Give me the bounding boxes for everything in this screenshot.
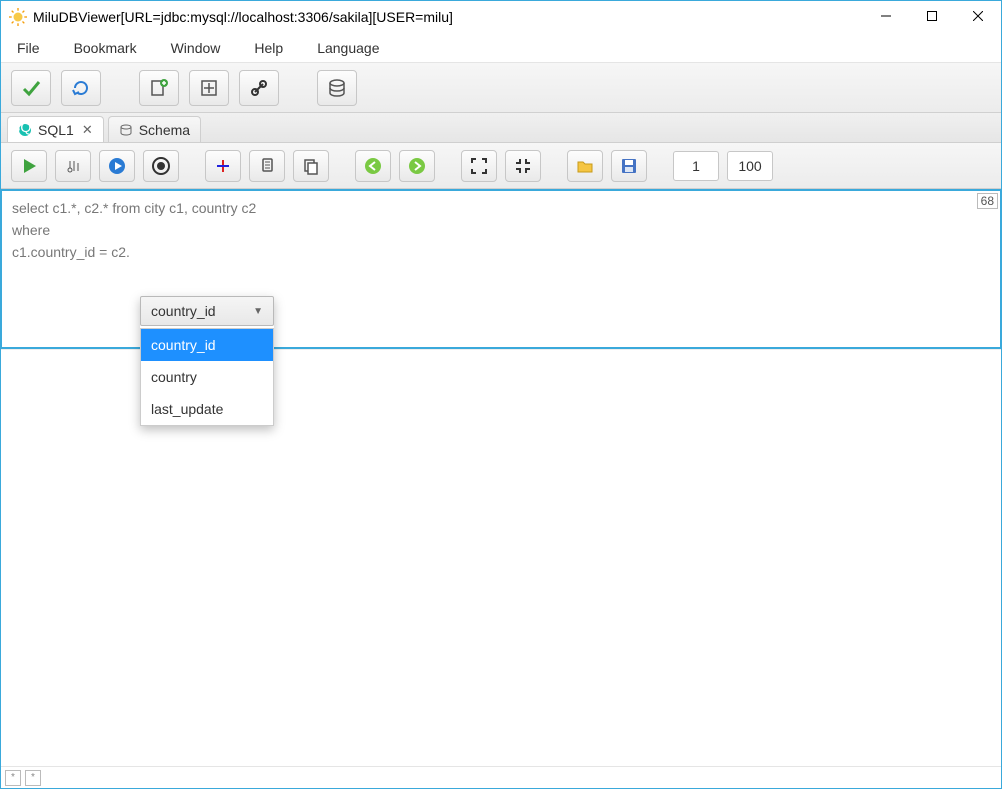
rollback-button[interactable] (61, 70, 101, 106)
tab-label: SQL1 (38, 122, 74, 138)
menu-window[interactable]: Window (165, 36, 227, 60)
next-button[interactable] (399, 150, 435, 182)
commit-button[interactable] (11, 70, 51, 106)
status-bar: * * (1, 766, 1001, 788)
chevron-down-icon: ▼ (253, 306, 263, 317)
autocomplete-popup: country_id ▼ country_id country last_upd… (140, 296, 274, 426)
menu-help[interactable]: Help (248, 36, 289, 60)
record-button[interactable] (143, 150, 179, 182)
autocomplete-list: country_id country last_update (140, 328, 274, 426)
minimize-button[interactable] (863, 1, 909, 31)
main-toolbar (1, 63, 1001, 113)
sql-toolbar (1, 143, 1001, 189)
expand-button[interactable] (461, 150, 497, 182)
database-button[interactable] (317, 70, 357, 106)
new-sql-tab-button[interactable] (139, 70, 179, 106)
window-title: MiluDBViewer[URL=jdbc:mysql://localhost:… (33, 9, 863, 25)
menu-file[interactable]: File (11, 36, 46, 60)
tab-label: Schema (139, 122, 190, 138)
collapse-button[interactable] (505, 150, 541, 182)
autocomplete-item[interactable]: country_id (141, 329, 273, 361)
menu-language[interactable]: Language (311, 36, 385, 60)
open-folder-button[interactable] (567, 150, 603, 182)
autocomplete-item[interactable]: country (141, 361, 273, 393)
tab-bar: SQL SQL1 ✕ Schema (1, 113, 1001, 143)
schema-icon (119, 123, 133, 137)
status-box-1[interactable]: * (5, 770, 21, 786)
autocomplete-selected-value: country_id (151, 303, 216, 319)
copy-button[interactable] (249, 150, 285, 182)
status-box-2[interactable]: * (25, 770, 41, 786)
char-count-badge: 68 (977, 193, 998, 209)
explain-button[interactable] (55, 150, 91, 182)
tab-schema[interactable]: Schema (108, 116, 201, 142)
save-button[interactable] (611, 150, 647, 182)
new-button[interactable] (205, 150, 241, 182)
prev-button[interactable] (355, 150, 391, 182)
menu-bookmark[interactable]: Bookmark (68, 36, 143, 60)
autocomplete-item[interactable]: last_update (141, 393, 273, 425)
sql-icon: SQL (18, 123, 32, 137)
play-circle-button[interactable] (99, 150, 135, 182)
svg-text:SQL: SQL (18, 123, 32, 135)
titlebar: MiluDBViewer[URL=jdbc:mysql://localhost:… (1, 1, 1001, 33)
autocomplete-combobox[interactable]: country_id ▼ (140, 296, 274, 326)
sql-editor[interactable]: select c1.*, c2.* from city c1, country … (2, 191, 1000, 269)
connection-button[interactable] (239, 70, 279, 106)
close-button[interactable] (955, 1, 1001, 31)
duplicate-button[interactable] (293, 150, 329, 182)
execute-button[interactable] (11, 150, 47, 182)
row-to-input[interactable] (727, 151, 773, 181)
maximize-button[interactable] (909, 1, 955, 31)
new-schema-tab-button[interactable] (189, 70, 229, 106)
app-icon (9, 8, 27, 26)
row-from-input[interactable] (673, 151, 719, 181)
tab-sql1[interactable]: SQL SQL1 ✕ (7, 116, 104, 142)
tab-close-icon[interactable]: ✕ (82, 122, 93, 138)
menubar: File Bookmark Window Help Language (1, 33, 1001, 63)
